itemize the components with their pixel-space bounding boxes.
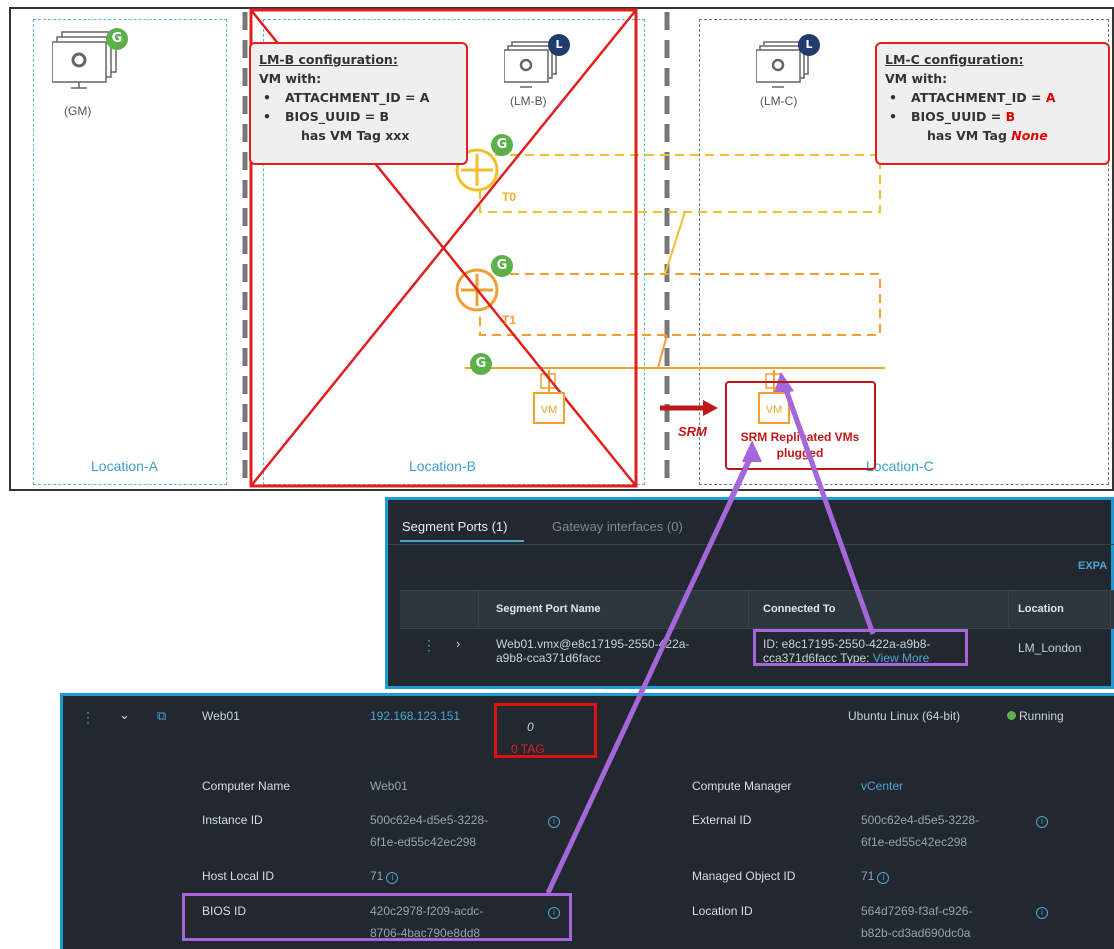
location-id-info-icon[interactable]: i — [1033, 904, 1048, 919]
srm-replicated-text: SRM Replicated VMs plugged — [740, 430, 860, 460]
vm-status-text: Running — [1019, 709, 1064, 723]
gm-badge: G — [106, 28, 128, 50]
instance-id-1: 500c62e4-d5e5-3228- — [370, 813, 489, 827]
lmb-config-bios: BIOS_UUID = B — [285, 109, 390, 124]
host-local-id-info-icon[interactable]: i — [386, 872, 399, 884]
compute-manager-link[interactable]: vCenter — [861, 779, 903, 793]
lmc-tag-val: None — [1011, 128, 1048, 143]
host-local-id-text: 71 — [370, 869, 384, 883]
external-id-info-icon[interactable]: i — [1033, 813, 1048, 828]
row-menu-icon[interactable]: ⋮ — [422, 637, 436, 654]
connected-to-highlight — [753, 629, 968, 666]
vm-type-icon: ⧉ — [157, 708, 167, 723]
lmc-bios-key: BIOS_UUID = — [911, 109, 1006, 124]
lmc-config-vm-with: VM with: — [885, 71, 948, 86]
t1-badge: G — [491, 255, 513, 277]
lmc-attachment-key: ATTACHMENT_ID = — [911, 90, 1046, 105]
vm-b-box: VM — [533, 392, 565, 424]
col-segment-port-name: Segment Port Name — [496, 603, 601, 615]
vm-status: Running — [1007, 709, 1064, 723]
lmb-label: (LM-B) — [510, 94, 547, 108]
tab-gateway-interfaces[interactable]: Gateway interfaces (0) — [552, 519, 683, 534]
tab-active-underline — [400, 540, 524, 542]
lmb-config-vm-with: VM with: — [259, 71, 322, 86]
computer-name-value: Web01 — [370, 779, 408, 793]
vm-row-collapse-chevron-icon[interactable]: ⌄ — [119, 707, 130, 723]
lmb-config-tag: has VM Tag xxx — [301, 128, 410, 143]
row-location: LM_London — [1018, 641, 1082, 655]
lmb-config-title: LM-B configuration: — [259, 52, 398, 67]
computer-name-label: Computer Name — [202, 779, 291, 793]
t0-badge: G — [491, 134, 513, 156]
lmc-badge: L — [798, 34, 820, 56]
host-local-id-value: 71 i — [370, 869, 399, 884]
instance-id-info-icon[interactable]: i — [545, 813, 560, 828]
compute-manager-label: Compute Manager — [692, 779, 792, 793]
expand-button[interactable]: EXPA — [1078, 560, 1107, 572]
moid-label: Managed Object ID — [692, 869, 796, 883]
lmc-label: (LM-C) — [760, 94, 798, 108]
t1-label: T1 — [502, 313, 517, 327]
lmc-attachment-val: A — [1045, 90, 1056, 105]
segment-port-name-2: a9b8-cca371d6facc — [496, 651, 601, 665]
vm-os: Ubuntu Linux (64-bit) — [848, 709, 961, 723]
lmb-config-attachment: ATTACHMENT_ID = A — [285, 90, 430, 105]
segment-ports-panel: Segment Ports (1) Gateway interfaces (0)… — [385, 497, 1114, 689]
external-id-label: External ID — [692, 813, 752, 827]
bios-id-highlight — [182, 893, 572, 941]
location-id-1: 564d7269-f3af-c926- — [861, 904, 973, 918]
tab-segment-ports[interactable]: Segment Ports (1) — [402, 519, 508, 534]
col-connected-to: Connected To — [763, 603, 836, 615]
status-dot-icon — [1007, 711, 1016, 720]
lmb-badge: L — [548, 34, 570, 56]
col-location: Location — [1018, 603, 1064, 615]
lmc-config-box: LM-C configuration: VM with: • ATTACHMENT… — [875, 42, 1110, 165]
tab-bar-divider — [388, 544, 1114, 545]
moid-info-icon[interactable]: i — [877, 872, 890, 884]
lmb-config-box: LM-B configuration: VM with: • ATTACHMENT… — [249, 42, 468, 165]
moid-text: 71 — [861, 869, 875, 883]
segment-badge: G — [470, 353, 492, 375]
lmc-config-title: LM-C configuration: — [885, 52, 1024, 67]
location-id-2: b82b-cd3ad690dc0a — [861, 926, 971, 940]
external-id-2: 6f1e-ed55c42ec298 — [861, 835, 968, 849]
vm-name[interactable]: Web01 — [202, 709, 240, 723]
lmc-tag-key: has VM Tag — [927, 128, 1012, 143]
vm-row-menu-icon[interactable]: ⋮ — [81, 709, 95, 726]
location-id-label: Location ID — [692, 904, 753, 918]
srm-label: SRM — [678, 424, 707, 439]
gm-label: (GM) — [64, 104, 92, 118]
host-local-id-label: Host Local ID — [202, 869, 275, 883]
instance-id-label: Instance ID — [202, 813, 263, 827]
vm-detail-panel: ⋮ ⌄ ⧉ Web01 192.168.123.151 0 0 TAG Ubun… — [60, 693, 1114, 949]
external-id-1: 500c62e4-d5e5-3228- — [861, 813, 980, 827]
row-expand-chevron-icon[interactable]: › — [456, 636, 460, 651]
instance-id-2: 6f1e-ed55c42ec298 — [370, 835, 477, 849]
tag-highlight — [494, 703, 597, 758]
t0-label: T0 — [502, 190, 517, 204]
moid-value: 71 i — [861, 869, 890, 884]
vm-ip[interactable]: 192.168.123.151 — [370, 709, 460, 723]
lmc-bios-val: B — [1005, 109, 1016, 124]
segment-port-name-1: Web01.vmx@e8c17195-2550-422a- — [496, 637, 690, 651]
